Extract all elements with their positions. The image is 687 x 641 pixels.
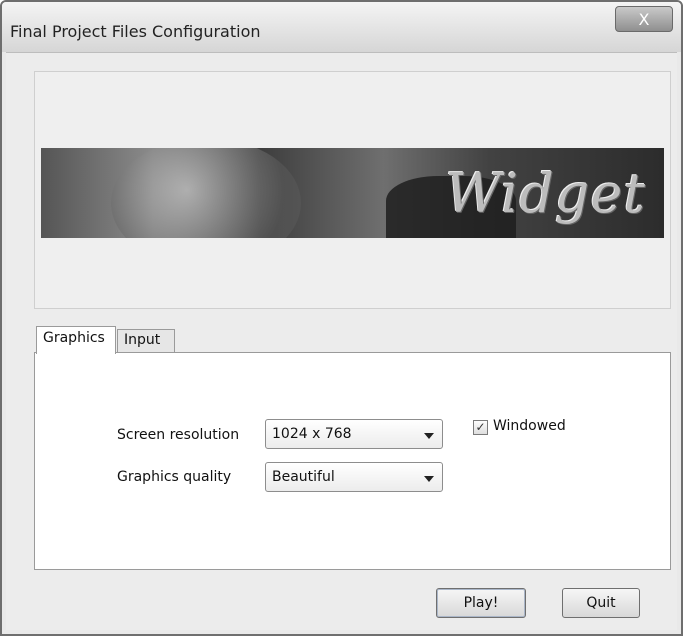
screen-resolution-value: 1024 x 768 (272, 426, 352, 442)
play-button[interactable]: Play! (436, 588, 526, 618)
screen-resolution-label: Screen resolution (117, 427, 240, 443)
dialog-client-area: Widget Graphics Input Screen resolution … (6, 52, 677, 630)
graphics-tab-panel: Screen resolution 1024 x 768 ✓ Windowed … (34, 352, 671, 570)
configuration-window: Final Project Files Configuration X Widg… (0, 0, 683, 636)
close-icon: X (638, 10, 650, 29)
quit-button[interactable]: Quit (562, 588, 640, 618)
title-bar[interactable]: Final Project Files Configuration X (2, 2, 681, 52)
checkmark-icon: ✓ (475, 420, 486, 434)
window-title: Final Project Files Configuration (10, 22, 261, 41)
banner-jet-graphic (111, 148, 301, 238)
chevron-down-icon (424, 476, 434, 482)
play-button-label: Play! (463, 595, 499, 611)
graphics-quality-label: Graphics quality (117, 469, 232, 485)
tab-input[interactable]: Input (117, 329, 175, 353)
banner-logo: Widget (445, 162, 646, 225)
tab-graphics-label: Graphics (43, 330, 105, 346)
close-button[interactable]: X (615, 6, 673, 32)
screen-resolution-dropdown[interactable]: 1024 x 768 (265, 419, 443, 449)
tab-graphics[interactable]: Graphics (36, 326, 116, 354)
banner-panel: Widget (34, 71, 671, 309)
graphics-quality-value: Beautiful (272, 469, 335, 485)
windowed-checkbox[interactable]: ✓ (473, 420, 488, 435)
graphics-quality-dropdown[interactable]: Beautiful (265, 462, 443, 492)
tab-input-label: Input (124, 332, 161, 348)
chevron-down-icon (424, 433, 434, 439)
windowed-label: Windowed (493, 418, 566, 434)
banner-image: Widget (41, 148, 664, 238)
quit-button-label: Quit (586, 595, 616, 611)
